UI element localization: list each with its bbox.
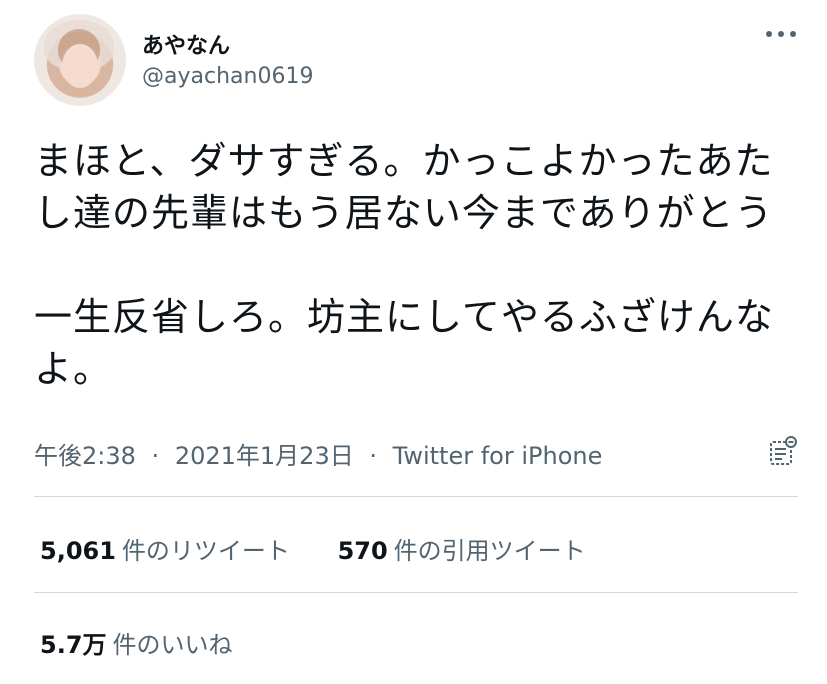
more-dot bbox=[766, 31, 772, 37]
retweets-count: 5,061 bbox=[40, 537, 116, 565]
retweets-stat[interactable]: 5,061 件のリツイート bbox=[40, 531, 290, 566]
likes-count: 5.7万 bbox=[40, 631, 107, 659]
tweet-text: まほと、ダサすぎる。かっこよかったあたし達の先輩はもう居ない今までありがとう 一… bbox=[34, 139, 774, 391]
tweet-date[interactable]: 2021年1月23日 bbox=[175, 442, 354, 470]
display-name[interactable]: あやなん bbox=[142, 28, 230, 60]
user-handle[interactable]: @ayachan0619 bbox=[142, 64, 313, 89]
retweets-label: 件のリツイート bbox=[121, 537, 290, 565]
more-dot bbox=[778, 31, 784, 37]
stats-row-retweets: 5,061 件のリツイート 570 件の引用ツイート bbox=[40, 531, 626, 566]
stats-row-likes: 5.7万 件のいいね bbox=[40, 625, 273, 660]
likes-stat[interactable]: 5.7万 件のいいね bbox=[40, 625, 233, 660]
analytics-icon[interactable] bbox=[769, 436, 797, 466]
avatar-face bbox=[62, 44, 98, 88]
more-horizontal-icon[interactable] bbox=[766, 24, 796, 44]
avatar[interactable] bbox=[34, 14, 126, 106]
tweet-header: あやなん @ayachan0619 bbox=[34, 14, 804, 110]
quotes-count: 570 bbox=[337, 537, 388, 565]
divider bbox=[34, 592, 798, 593]
more-dot bbox=[790, 31, 796, 37]
meta-separator: · bbox=[151, 442, 160, 470]
tweet-time[interactable]: 午後2:38 bbox=[34, 442, 136, 470]
meta-separator: · bbox=[369, 442, 377, 470]
tweet-source[interactable]: Twitter for iPhone bbox=[393, 442, 603, 470]
quotes-stat[interactable]: 570 件の引用ツイート bbox=[338, 531, 586, 566]
tweet-meta: 午後2:38 · 2021年1月23日 · Twitter for iPhone bbox=[34, 436, 602, 471]
likes-label: 件のいいね bbox=[112, 631, 233, 659]
divider bbox=[34, 496, 798, 497]
quotes-label: 件の引用ツイート bbox=[393, 537, 586, 565]
